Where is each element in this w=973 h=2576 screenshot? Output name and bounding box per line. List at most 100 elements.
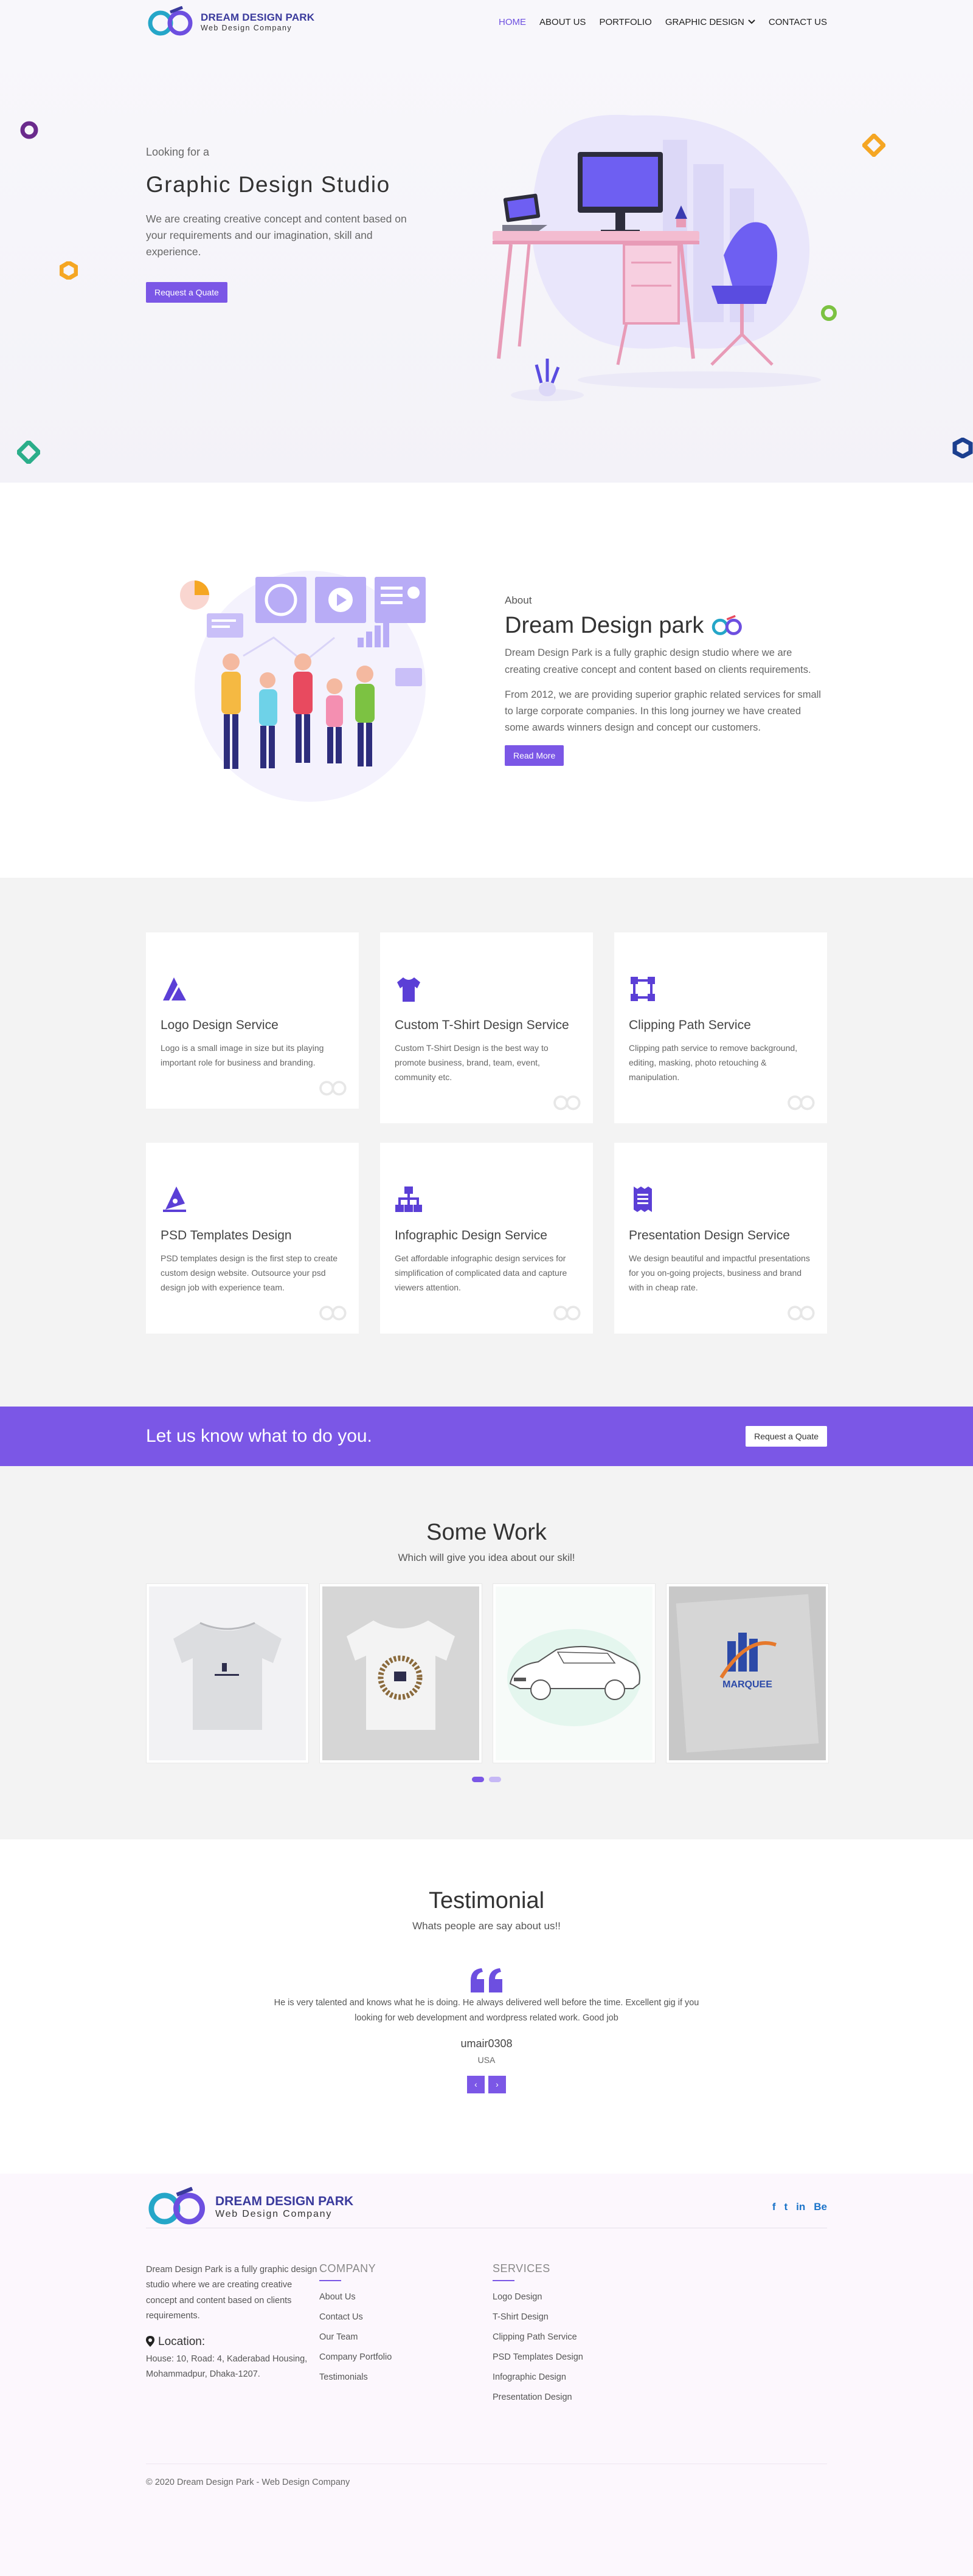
testimonial-message: He is very talented and knows what he is… — [274, 1998, 699, 2023]
footer-link-tshirt-design[interactable]: T-Shirt Design — [493, 2312, 666, 2322]
linkedin-icon[interactable]: in — [796, 2201, 805, 2213]
service-text: We design beautiful and impactful presen… — [629, 1253, 810, 1292]
footer-link-about-us[interactable]: About Us — [319, 2292, 493, 2302]
tshirt-print-mockup-image — [347, 1620, 455, 1730]
footer-link-testimonials[interactable]: Testimonials — [319, 2372, 493, 2382]
location-heading-text: Location: — [158, 2335, 206, 2348]
diamond-deco-icon — [17, 441, 40, 464]
watermark-logo-icon — [788, 1306, 815, 1321]
read-more-button[interactable]: Read More — [505, 745, 564, 766]
nav-graphic-design-label: GRAPHIC DESIGN — [665, 16, 744, 27]
footer-link-logo-design[interactable]: Logo Design — [493, 2292, 666, 2302]
service-title: PSD Templates Design — [161, 1228, 292, 1242]
map-pin-icon — [146, 2336, 154, 2347]
nav-about-us[interactable]: ABOUT US — [539, 17, 586, 27]
testimonial-author: umair0308 — [460, 2037, 513, 2050]
clipping-path-icon — [631, 977, 655, 1001]
footer-link-company-portfolio[interactable]: Company Portfolio — [319, 2352, 493, 2362]
testimonial-title: Testimonial — [428, 1888, 545, 1913]
work-logo-caption: MARQUEE — [722, 1679, 772, 1690]
receipt-icon — [634, 1186, 652, 1212]
hero-section: Looking for a Graphic Design Studio We a… — [0, 49, 973, 483]
service-card[interactable]: Clipping Path Service Clipping path serv… — [614, 932, 827, 1123]
car-illustration-image — [507, 1629, 641, 1726]
work-item[interactable]: MARQUEE — [666, 1583, 829, 1763]
work-item[interactable] — [146, 1583, 309, 1763]
top-navbar: DREAM DESIGN PARK Web Design Company HOM… — [0, 0, 973, 49]
work-carousel: MARQUEE — [146, 1583, 829, 1763]
service-text: Logo is a small image in size but its pl… — [161, 1043, 324, 1067]
about-title: Dream Design park — [505, 613, 821, 639]
logo-name: DREAM DESIGN PARK — [201, 12, 315, 23]
tshirt-icon — [397, 977, 420, 1002]
hero-pretitle: Looking for a — [146, 146, 210, 158]
cta-request-quote-button[interactable]: Request a Quate — [746, 1426, 827, 1447]
hero-text: We are creating creative concept and con… — [146, 213, 407, 258]
footer-logo[interactable]: DREAM DESIGN PARK Web Design Company — [146, 2186, 353, 2227]
footer-address: House: 10, Road: 4, Kaderabad Housing, M… — [146, 2354, 308, 2380]
request-quote-button[interactable]: Request a Quate — [146, 282, 227, 303]
brand-logo-icon — [148, 6, 193, 36]
footer-logo-tagline: Web Design Company — [215, 2208, 333, 2219]
pen-tool-icon — [163, 1186, 186, 1212]
diamond-deco-icon — [862, 134, 885, 157]
site-logo[interactable]: DREAM DESIGN PARK Web Design Company — [146, 6, 314, 38]
hexagon-deco-icon — [952, 438, 973, 458]
brand-logo-icon — [712, 615, 743, 635]
about-paragraph-2: From 2012, we are providing superior gra… — [505, 689, 821, 734]
about-paragraph-1: Dream Design Park is a fully graphic des… — [505, 647, 811, 675]
service-card[interactable]: PSD Templates Design PSD templates desig… — [146, 1143, 359, 1334]
service-card[interactable]: Presentation Design Service We design be… — [614, 1143, 827, 1334]
service-title: Custom T-Shirt Design Service — [395, 1018, 569, 1032]
service-title: Presentation Design Service — [629, 1228, 790, 1242]
carousel-dot[interactable] — [489, 1777, 501, 1782]
watermark-logo-icon — [553, 1306, 581, 1321]
work-subtitle: Which will give you idea about our skil! — [398, 1552, 575, 1563]
about-section: About Dream Design park Dream Design Par… — [0, 483, 973, 878]
ring-deco-icon — [20, 121, 38, 139]
logo-design-icon — [163, 977, 186, 1000]
watermark-logo-icon — [319, 1081, 347, 1096]
next-arrow-button[interactable]: › — [488, 2075, 506, 2093]
work-title: Some Work — [426, 1520, 547, 1545]
service-card[interactable]: Logo Design Service Logo is a small imag… — [146, 932, 359, 1109]
footer-link-psd-templates[interactable]: PSD Templates Design — [493, 2352, 666, 2362]
service-text: PSD templates design is the first step t… — [161, 1253, 338, 1292]
hero-illustration — [407, 49, 827, 483]
services-heading: SERVICES — [493, 2262, 550, 2275]
facebook-icon[interactable]: f — [772, 2201, 776, 2213]
footer-link-clipping-path[interactable]: Clipping Path Service — [493, 2332, 666, 2342]
service-text: Clipping path service to remove backgrou… — [629, 1043, 798, 1082]
service-text: Get affordable infographic design servic… — [395, 1253, 567, 1292]
footer-link-presentation[interactable]: Presentation Design — [493, 2392, 666, 2402]
footer-link-our-team[interactable]: Our Team — [319, 2332, 493, 2342]
nav-portfolio[interactable]: PORTFOLIO — [599, 17, 651, 27]
work-section: Some Work Which will give you idea about… — [0, 1466, 973, 1839]
service-title: Clipping Path Service — [629, 1018, 751, 1032]
main-menu: HOME ABOUT US PORTFOLIO GRAPHIC DESIGN C… — [499, 17, 827, 27]
copyright-text: © 2020 Dream Design Park - Web Design Co… — [146, 2464, 827, 2487]
prev-arrow-button[interactable]: ‹ — [467, 2075, 485, 2093]
footer-link-contact-us[interactable]: Contact Us — [319, 2312, 493, 2322]
nav-home[interactable]: HOME — [499, 17, 526, 27]
carousel-dot[interactable] — [472, 1777, 484, 1782]
watermark-logo-icon — [319, 1306, 347, 1321]
twitter-icon[interactable]: t — [784, 2201, 788, 2213]
service-card[interactable]: Infographic Design Service Get affordabl… — [380, 1143, 593, 1334]
footer-about-text: Dream Design Park is a fully graphic des… — [146, 2265, 317, 2321]
hero-title: Graphic Design Studio — [146, 172, 390, 197]
nav-graphic-design[interactable]: GRAPHIC DESIGN — [665, 17, 755, 27]
work-item[interactable] — [493, 1583, 656, 1763]
footer-link-infographic[interactable]: Infographic Design — [493, 2372, 666, 2382]
service-card[interactable]: Custom T-Shirt Design Service Custom T-S… — [380, 932, 593, 1123]
desk-workspace-illustration — [493, 114, 821, 401]
services-section: Logo Design Service Logo is a small imag… — [0, 878, 973, 1407]
watermark-logo-icon — [553, 1095, 581, 1111]
hierarchy-icon — [395, 1186, 422, 1212]
work-item[interactable] — [319, 1583, 482, 1763]
team-illustration — [146, 546, 493, 814]
testimonial-section: Testimonial Whats people are say about u… — [0, 1839, 973, 2174]
nav-contact-us[interactable]: CONTACT US — [769, 17, 827, 27]
about-pretitle: About — [505, 594, 532, 607]
behance-icon[interactable]: Be — [814, 2201, 827, 2213]
